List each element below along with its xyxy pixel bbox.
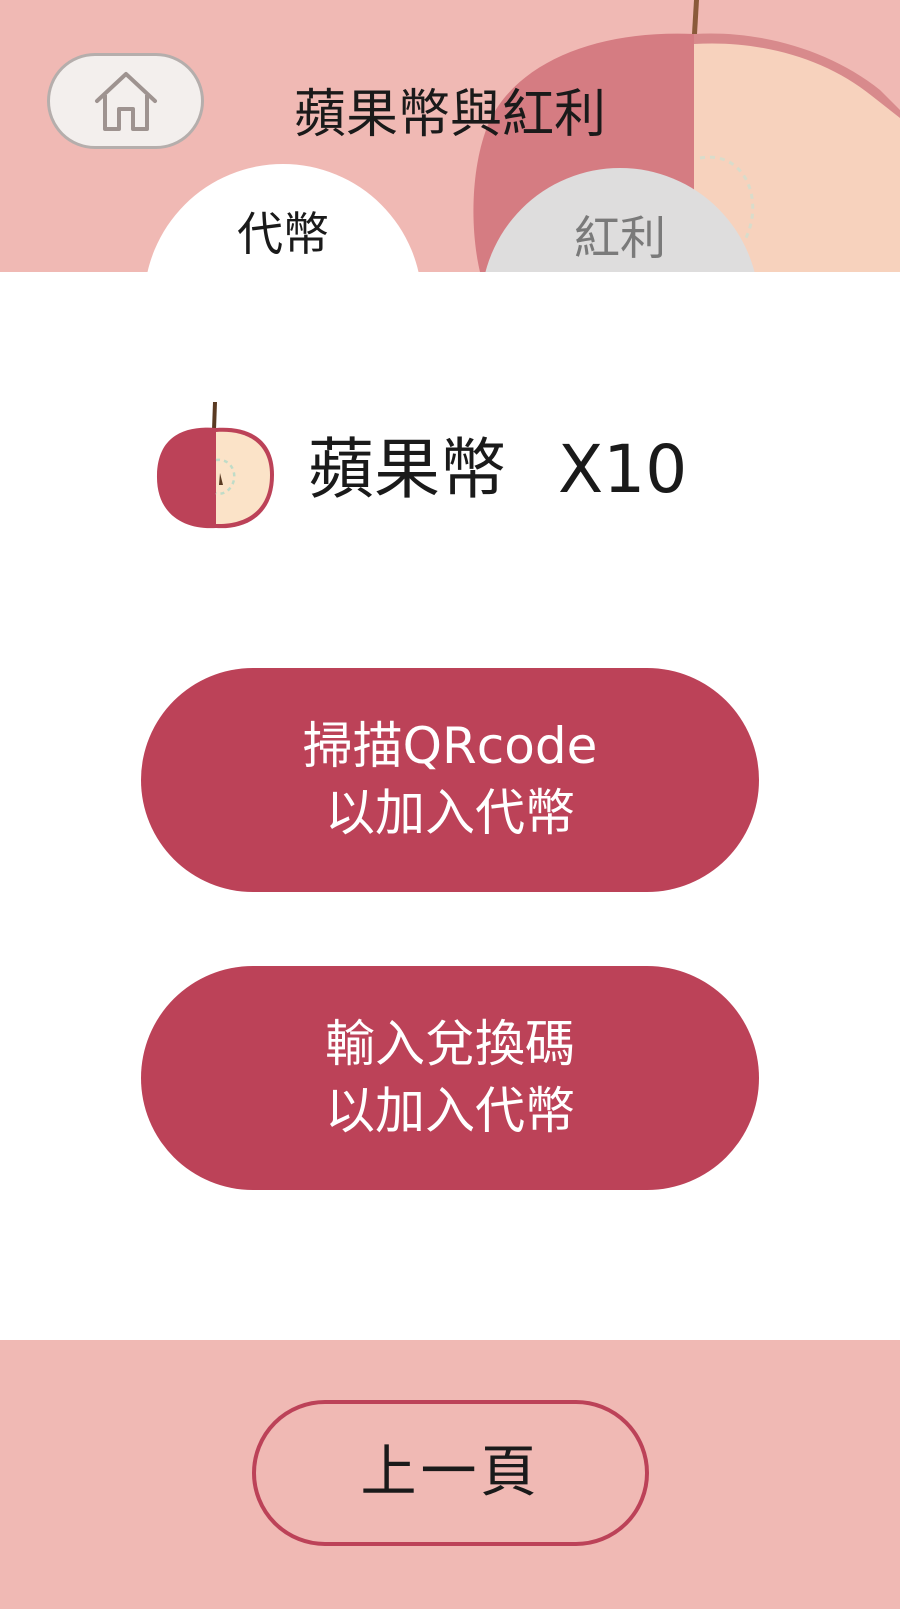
scan-qrcode-button[interactable]: 掃描QRcode 以加入代幣 xyxy=(141,668,759,892)
redeem-button-line2: 以加入代幣 xyxy=(325,1082,575,1140)
redeem-button-line1: 輸入兌換碼 xyxy=(325,1015,575,1073)
page-title: 蘋果幣與紅利 xyxy=(293,85,606,145)
scan-button-line2: 以加入代幣 xyxy=(325,784,575,842)
home-button[interactable] xyxy=(47,53,204,149)
coin-count: X10 xyxy=(558,431,688,508)
header: 蘋果幣與紅利 代幣 紅利 xyxy=(0,0,900,272)
redeem-code-button[interactable]: 輸入兌換碼 以加入代幣 xyxy=(141,966,759,1190)
back-button[interactable]: 上一頁 xyxy=(252,1400,649,1546)
apple-icon xyxy=(156,402,274,529)
home-icon xyxy=(94,72,157,131)
coin-label: 蘋果幣 xyxy=(308,431,506,508)
scan-button-line1: 掃描QRcode xyxy=(302,717,598,775)
